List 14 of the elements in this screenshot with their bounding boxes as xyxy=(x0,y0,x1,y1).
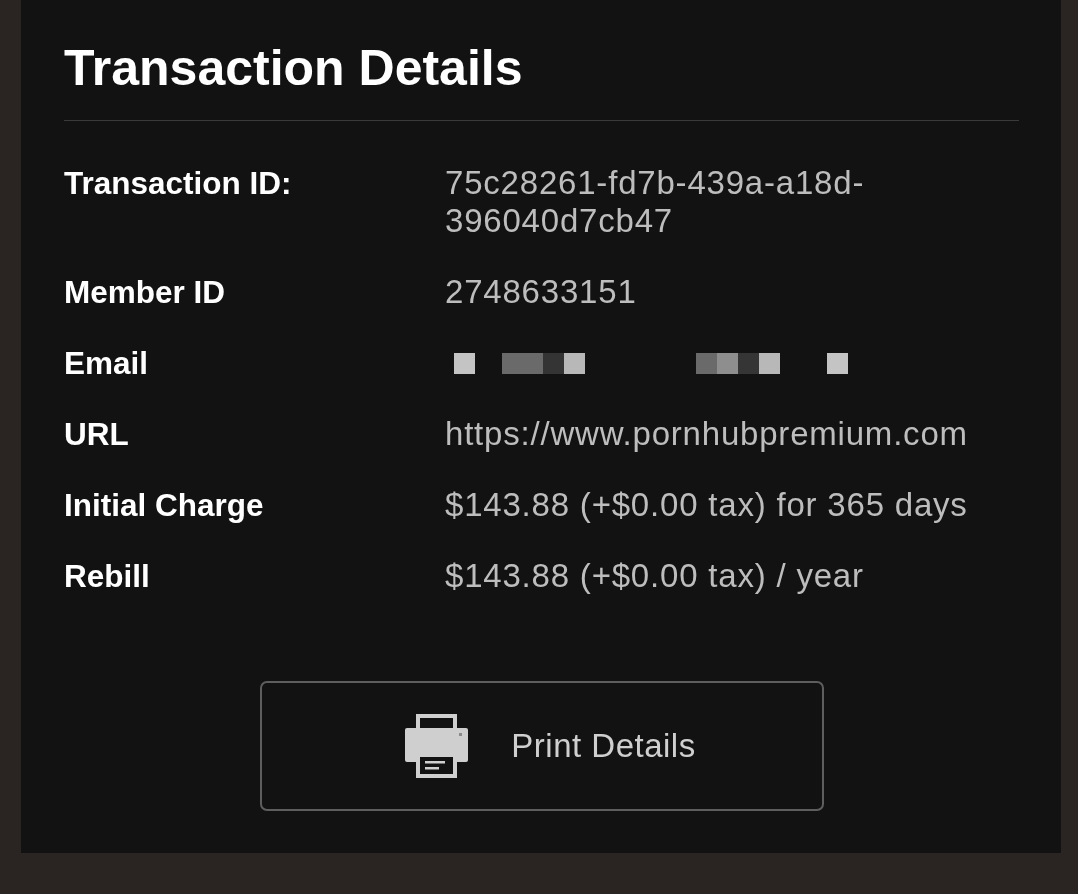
detail-label: Member ID xyxy=(64,273,227,311)
detail-label: Transaction ID: xyxy=(64,164,293,203)
detail-value: $143.88 (+$0.00 tax) for 365 days xyxy=(445,486,969,524)
detail-value: 75c28261-fd7b-439a-a18d-396040d7cb47 xyxy=(445,164,866,240)
printer-icon xyxy=(405,714,469,778)
detail-label: Rebill xyxy=(64,557,151,595)
print-details-button[interactable]: Print Details xyxy=(259,681,824,811)
detail-label: Email xyxy=(64,344,150,382)
detail-label: URL xyxy=(64,415,130,453)
detail-label: Initial Charge xyxy=(64,486,265,524)
detail-value: 2748633151 xyxy=(445,273,638,311)
card-title: Transaction Details xyxy=(64,39,524,98)
detail-value: $143.88 (+$0.00 tax) / year xyxy=(445,557,865,595)
detail-value: https://www.pornhubpremium.com xyxy=(445,415,969,453)
